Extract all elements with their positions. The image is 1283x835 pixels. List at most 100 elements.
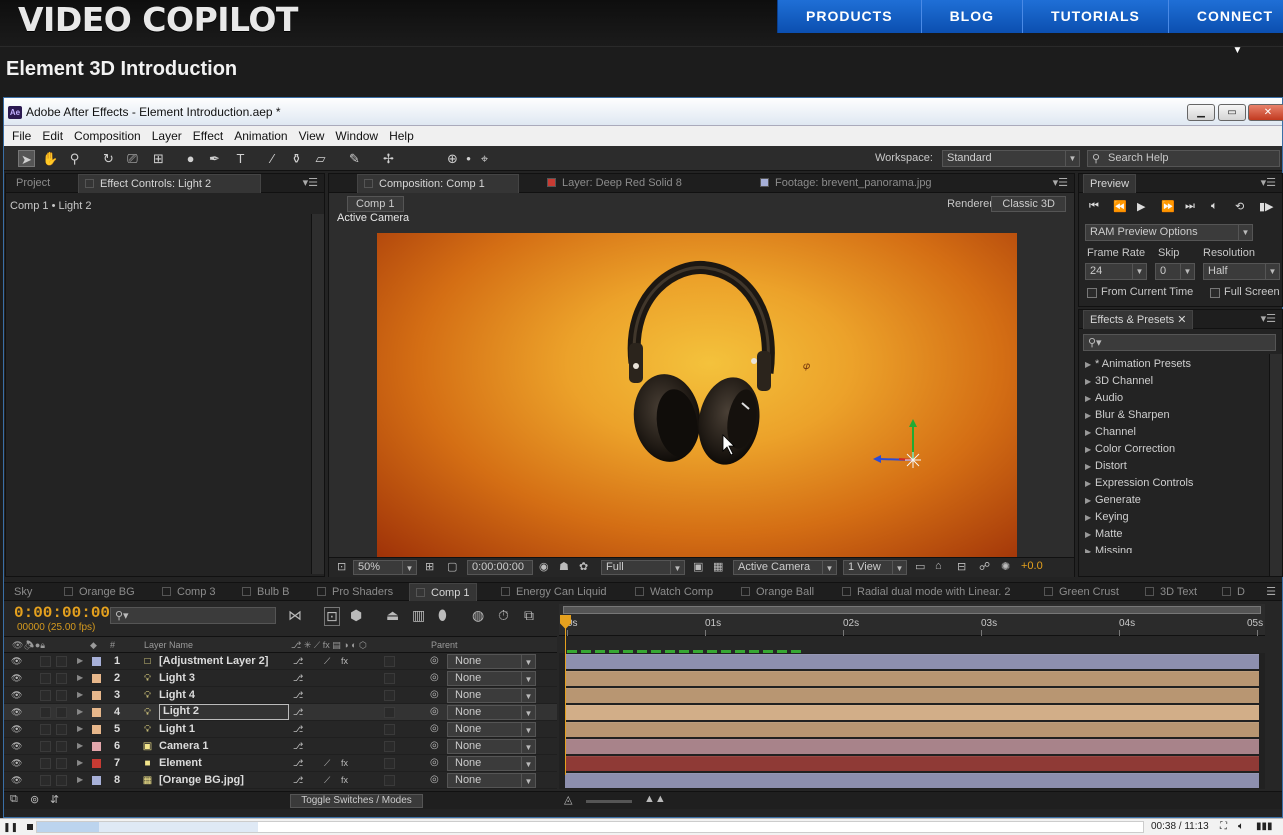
from-current-time-checkbox[interactable] xyxy=(1087,288,1097,298)
last-frame-icon[interactable]: ⏭ xyxy=(1185,200,1195,213)
timeline-tab[interactable]: Watch Comp xyxy=(629,583,719,602)
expand-triangle-icon[interactable]: ▶ xyxy=(77,741,83,750)
zoom-tool-icon[interactable]: ⚲ xyxy=(66,150,83,167)
eye-icon[interactable]: 👁︎ xyxy=(11,758,22,768)
shy-switch-icon[interactable]: ⎇ xyxy=(293,656,303,667)
axis-view-icon[interactable]: ⌖ xyxy=(476,150,493,167)
tab-project[interactable]: Project xyxy=(10,174,56,193)
pick-whip-icon[interactable]: ◎ xyxy=(430,672,439,683)
lock-toggle[interactable] xyxy=(56,741,67,752)
video-progress-bar[interactable] xyxy=(36,821,1144,833)
menu-composition[interactable]: Composition xyxy=(70,126,148,146)
solo-toggle[interactable] xyxy=(40,775,51,786)
menu-effect[interactable]: Effect xyxy=(189,126,230,146)
stop-icon[interactable] xyxy=(27,824,33,830)
shy-switch-icon[interactable]: ⎇ xyxy=(293,758,303,769)
quality-switch-icon[interactable]: ⟋ xyxy=(324,775,330,786)
label-color-swatch[interactable] xyxy=(92,759,101,768)
menu-file[interactable]: File xyxy=(8,126,38,146)
renderer-button[interactable]: Classic 3D xyxy=(991,196,1066,212)
ellipse-tool-icon[interactable]: ● xyxy=(182,150,199,167)
frame-blending-icon[interactable]: ⏏ xyxy=(386,607,399,624)
fast-previews-icon[interactable]: ⌂ xyxy=(935,560,942,572)
expand-triangle-icon[interactable]: ▶ xyxy=(77,673,83,682)
layer-name[interactable]: Light 3 xyxy=(159,672,195,684)
shy-switch-icon[interactable]: ⎇ xyxy=(293,724,303,735)
parent-select[interactable]: None ▼ xyxy=(447,654,536,669)
expand-triangle-icon[interactable]: ▶ xyxy=(77,775,83,784)
nav-tutorials[interactable]: TUTORIALS xyxy=(1022,0,1168,33)
layer-row[interactable]: 👁︎ ▶ 8 ▦ [Orange BG.jpg] ⎇ ⟋ fx ◎ None ▼ xyxy=(4,772,557,789)
eye-icon[interactable]: 👁︎ xyxy=(11,775,22,785)
list-item[interactable]: ▶ Missing xyxy=(1083,543,1265,553)
maximize-button[interactable]: ▭ xyxy=(1218,104,1246,121)
skip-select[interactable]: 0 ▼ xyxy=(1155,263,1195,280)
3d-layer-toggle[interactable] xyxy=(384,707,395,718)
solo-toggle[interactable] xyxy=(40,707,51,718)
list-item[interactable]: ▶ Distort xyxy=(1083,458,1265,475)
left-panel-scrollbar[interactable] xyxy=(311,214,324,574)
layer-row[interactable]: 👁︎ ▶ 4 💡︎ Light 2 ⎇ ◎ None ▼ xyxy=(4,704,557,721)
expand-triangle-icon[interactable]: ▶ xyxy=(77,707,83,716)
expand-triangle-icon[interactable]: ▶ xyxy=(77,758,83,767)
ram-preview-icon[interactable]: ▮▶ xyxy=(1259,200,1274,213)
list-item[interactable]: ▶ * Animation Presets xyxy=(1083,356,1265,373)
solo-toggle[interactable] xyxy=(40,656,51,667)
comp-mini-flowchart-icon[interactable]: ⋈ xyxy=(288,607,302,624)
list-item[interactable]: ▶ Generate xyxy=(1083,492,1265,509)
label-color-swatch[interactable] xyxy=(92,657,101,666)
timeline-tab[interactable]: Comp 3 xyxy=(156,583,222,602)
pick-whip-icon[interactable]: ◎ xyxy=(430,774,439,785)
composition-viewport[interactable]: 𝜑 xyxy=(377,233,1017,559)
list-item[interactable]: ▶ Keying xyxy=(1083,509,1265,526)
roto-brush-icon[interactable]: ✎ xyxy=(346,150,363,167)
search-help-input[interactable]: ⚲ Search Help xyxy=(1087,150,1280,167)
previous-frame-icon[interactable]: ⏪ xyxy=(1113,200,1127,213)
eye-icon[interactable]: 👁︎ xyxy=(11,673,22,683)
site-logo[interactable]: VIDEO COPILOT xyxy=(18,0,298,40)
loop-icon[interactable]: ⟲ xyxy=(1235,200,1244,213)
camera-orbit-icon[interactable]: ⎚ xyxy=(124,150,141,167)
close-button[interactable]: ✕ xyxy=(1248,104,1283,121)
ram-preview-options-select[interactable]: RAM Preview Options ▼ xyxy=(1085,224,1253,241)
draft-3d-icon[interactable]: ⊡ xyxy=(324,607,340,626)
quality-switch-icon[interactable]: ⟋ xyxy=(324,758,330,769)
lock-toggle[interactable] xyxy=(56,707,67,718)
effects-scrollbar[interactable] xyxy=(1269,354,1282,576)
list-item[interactable]: ▶ Matte xyxy=(1083,526,1265,543)
solo-toggle[interactable] xyxy=(40,724,51,735)
in-out-icon[interactable]: ⇵ xyxy=(50,793,59,806)
nav-products[interactable]: PRODUCTS xyxy=(777,0,921,33)
layer-row[interactable]: 👁︎ ▶ 3 💡︎ Light 4 ⎇ ◎ None ▼ xyxy=(4,687,557,704)
parent-select[interactable]: None ▼ xyxy=(447,671,536,686)
quality-switch-icon[interactable]: ⟋ xyxy=(324,656,330,667)
play-icon[interactable]: ▶ xyxy=(1137,200,1145,213)
list-item[interactable]: ▶ Blur & Sharpen xyxy=(1083,407,1265,424)
stopwatch-icon[interactable]: ⏱ xyxy=(498,607,509,624)
transparency-grid-icon[interactable]: ▦ xyxy=(713,560,723,573)
brainstorm-icon[interactable]: ⬮ xyxy=(438,607,447,624)
column-layer-name[interactable]: Layer Name xyxy=(144,640,193,650)
3d-layer-toggle[interactable] xyxy=(384,741,395,752)
axis-local-icon[interactable]: ⊕ xyxy=(444,150,461,167)
eye-icon[interactable]: 👁︎ xyxy=(11,741,22,751)
panel-menu-icon[interactable]: ▾☰ xyxy=(303,176,318,189)
solo-toggle[interactable] xyxy=(40,741,51,752)
layer-duration-bar[interactable] xyxy=(565,688,1259,703)
layer-row[interactable]: 👁︎ ▶ 7 ■ Element ⎇ ⟋ fx ◎ None ▼ xyxy=(4,755,557,772)
close-icon[interactable]: ✕ xyxy=(1177,314,1186,326)
solo-toggle[interactable] xyxy=(40,758,51,769)
expand-triangle-icon[interactable]: ▶ xyxy=(77,724,83,733)
eye-icon[interactable]: 👁︎ xyxy=(11,656,22,666)
shy-switch-icon[interactable]: ⎇ xyxy=(293,741,303,752)
label-color-swatch[interactable] xyxy=(92,708,101,717)
puppet-pin-icon[interactable]: ✢ xyxy=(380,150,397,167)
transfer-controls-icon[interactable]: ⊚ xyxy=(30,793,39,806)
label-color-swatch[interactable] xyxy=(92,742,101,751)
eye-icon[interactable]: 👁︎ xyxy=(11,707,22,717)
shy-layers-icon[interactable]: ⬢ xyxy=(350,607,362,624)
resolution-select[interactable]: Full ▼ xyxy=(601,560,685,575)
panel-menu-icon[interactable]: ▾☰ xyxy=(1261,312,1276,325)
3d-layer-toggle[interactable] xyxy=(384,724,395,735)
tab-composition[interactable]: Composition: Comp 1 xyxy=(357,174,519,193)
